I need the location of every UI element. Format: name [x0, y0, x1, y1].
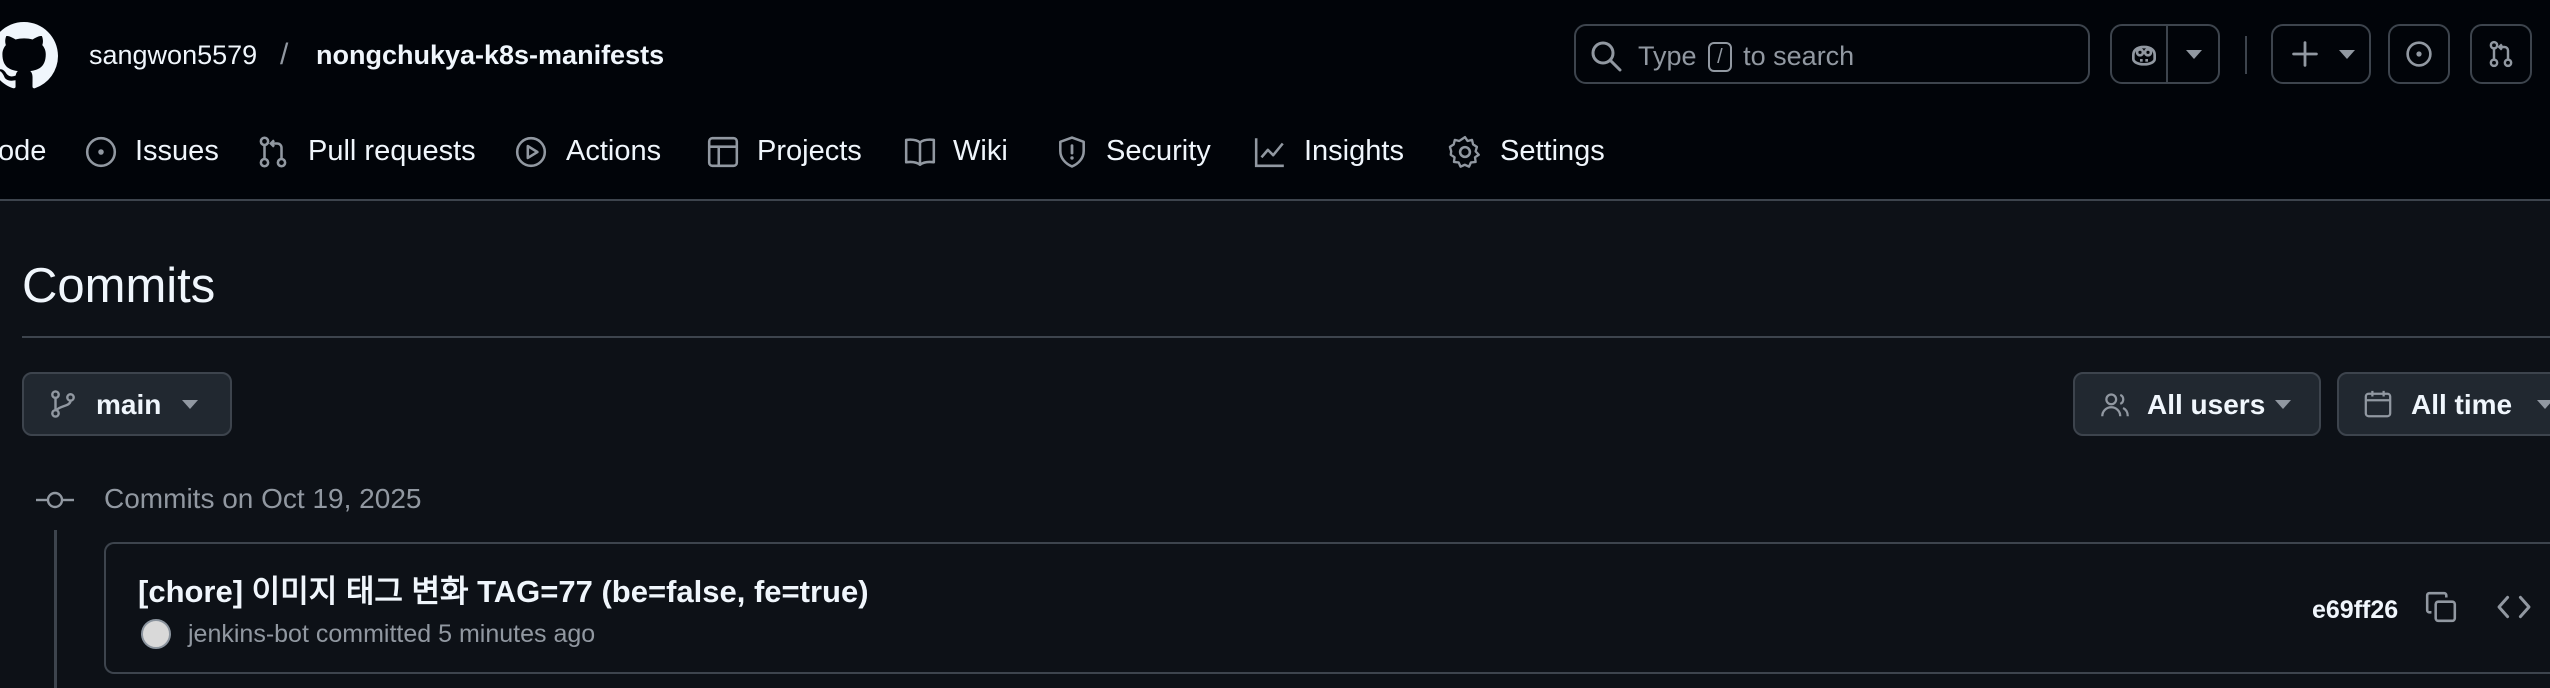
tab-security-label: Security [1106, 135, 1211, 167]
git-commit-icon [36, 491, 74, 509]
branch-name: main [96, 389, 162, 420]
browse-code-icon[interactable] [2496, 592, 2532, 622]
time-filter-label: All time [2411, 389, 2513, 420]
commit-group-heading: Commits on Oct 19, 2025 [104, 483, 422, 514]
commit-meta: jenkins-bot committed 5 minutes ago [188, 620, 595, 649]
create-new-button[interactable] [2271, 24, 2371, 84]
chevron-down-icon [2339, 50, 2355, 59]
tab-issues-label: Issues [135, 135, 219, 167]
commit-time: 5 minutes ago [438, 620, 596, 648]
title-divider [22, 336, 2550, 338]
book-icon [904, 138, 936, 167]
people-icon [2101, 393, 2129, 417]
copilot-button[interactable] [2110, 24, 2220, 84]
issue-icon [2406, 41, 2432, 67]
calendar-icon [2364, 390, 2392, 418]
copy-icon[interactable] [2424, 590, 2458, 624]
tab-insights-label: Insights [1304, 135, 1404, 167]
tab-settings-label: Settings [1500, 135, 1605, 167]
github-logo-icon[interactable] [0, 22, 58, 90]
shield-icon [1059, 136, 1085, 168]
pull-request-icon [2489, 40, 2513, 68]
play-icon [515, 136, 547, 168]
search-placeholder: Type / to search [1638, 41, 1854, 72]
search-input[interactable]: Type / to search [1574, 24, 2090, 84]
chevron-down-icon [2275, 400, 2291, 409]
time-filter-button[interactable]: All time [2337, 372, 2550, 436]
path-separator: / [280, 38, 289, 71]
commit-action: committed [315, 620, 432, 648]
timeline-line [54, 530, 57, 688]
users-filter-button[interactable]: All users [2073, 372, 2321, 436]
search-placeholder-prefix: Type [1638, 41, 1697, 71]
pull-requests-shortcut-button[interactable] [2470, 24, 2532, 84]
commit-title-link[interactable]: [chore] 이미지 태그 변화 TAG=77 (be=false, fe=t… [138, 566, 869, 611]
copilot-button-divider [2166, 26, 2168, 82]
global-header: sangwon5579 / nongchukya-k8s-manifests T… [0, 0, 2550, 201]
git-branch-icon [51, 390, 75, 418]
repo-owner-link[interactable]: sangwon5579 [89, 40, 257, 71]
gear-icon [1448, 135, 1480, 168]
plus-icon [2292, 41, 2318, 67]
tab-projects-label: Projects [757, 135, 862, 167]
table-icon [707, 136, 739, 168]
search-icon [1591, 41, 1622, 72]
issue-icon [85, 136, 117, 168]
repo-name-link[interactable]: nongchukya-k8s-manifests [316, 40, 664, 71]
users-filter-label: All users [2147, 389, 2266, 420]
page-title: Commits [22, 259, 216, 313]
avatar[interactable] [141, 619, 171, 649]
search-placeholder-suffix: to search [1743, 41, 1855, 71]
chevron-down-icon [182, 400, 198, 409]
tab-wiki-label: Wiki [953, 135, 1008, 167]
header-divider [2245, 36, 2247, 74]
commit-author-link[interactable]: jenkins-bot [188, 620, 309, 648]
graph-icon [1254, 138, 1284, 168]
copilot-icon [2132, 45, 2156, 66]
pull-request-icon [259, 136, 287, 168]
branch-selector-button[interactable]: main [22, 372, 232, 436]
issues-shortcut-button[interactable] [2388, 24, 2450, 84]
commit-sha-link[interactable]: e69ff26 [2312, 596, 2398, 625]
tab-pull-requests-label: Pull requests [308, 135, 476, 167]
search-shortcut-key: / [1708, 42, 1732, 72]
chevron-down-icon [2537, 400, 2550, 409]
tab-actions-label: Actions [566, 135, 662, 167]
tab-code-label: ode [0, 135, 47, 167]
copilot-menu-chevron-down-icon[interactable] [2186, 50, 2202, 59]
